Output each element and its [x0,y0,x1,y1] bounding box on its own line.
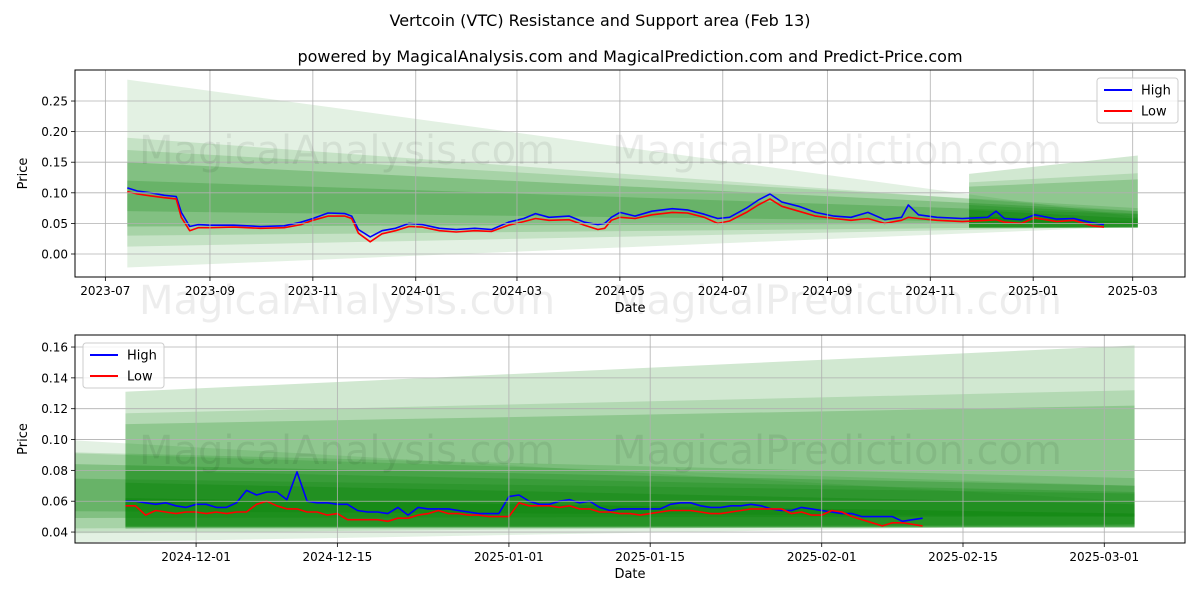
watermark: MagicalAnalysis.com [139,278,555,324]
y-tick-label: 0.20 [41,125,68,139]
watermark: MagicalPrediction.com [612,128,1062,174]
y-tick-label: 0.10 [41,433,68,447]
legend-label-high: High [127,349,157,364]
y-tick-label: 0.10 [41,186,68,200]
y-tick-label: 0.06 [41,495,68,509]
chart-title: Vertcoin (VTC) Resistance and Support ar… [389,11,810,30]
legend-label-high: High [1141,84,1171,99]
top-chart: 2023-07 2023-09 2023-11 2024-01 2024-03 2024-… [16,69,1186,324]
y-tick-label: 0.00 [41,247,68,261]
y-tick-label: 0.05 [41,217,68,231]
chart-subtitle: powered by MagicalAnalysis.com and Magic… [297,47,962,66]
y-tick-label: 0.12 [41,402,68,416]
watermark: MagicalPrediction.com [612,428,1062,474]
y-tick-label: 0.16 [41,341,68,355]
x-tick-label: 2023-07 [80,284,130,298]
x-tick-label: 2025-02-15 [928,550,998,564]
x-tick-label: 2025-02-01 [787,550,857,564]
y-axis-label: Price [16,423,31,455]
watermark: MagicalPrediction.com [612,278,1062,324]
watermark: MagicalAnalysis.com [139,128,555,174]
legend-label-low: Low [127,370,153,385]
x-tick-label: 2024-12-01 [161,550,231,564]
y-tick-label: 0.25 [41,95,68,109]
x-axis-label: Date [614,567,645,582]
legend-label-low: Low [1141,105,1167,120]
y-tick-label: 0.08 [41,464,68,478]
y-tick-label: 0.04 [41,526,68,540]
x-tick-label: 2025-01-01 [474,550,544,564]
watermark: MagicalAnalysis.com [139,428,555,474]
x-axis-label: Date [614,301,645,316]
legend: High Low [82,342,165,389]
y-axis-label: Price [16,158,31,190]
x-tick-label: 2025-01-15 [615,550,685,564]
x-tick-label: 2025-03-01 [1069,550,1139,564]
figure: Vertcoin (VTC) Resistance and Support ar… [16,11,1186,582]
legend: High Low [1096,77,1179,124]
x-tick-label: 2024-12-15 [302,550,372,564]
y-tick-label: 0.14 [41,371,68,385]
y-tick-label: 0.15 [41,156,68,170]
x-tick-label: 2025-03 [1108,284,1158,298]
